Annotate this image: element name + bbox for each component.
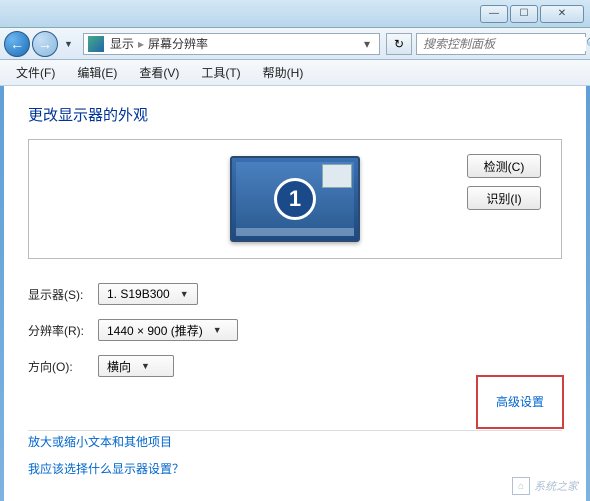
close-button[interactable]: ✕ [540, 5, 584, 23]
display-dropdown[interactable]: 1. S19B300 ▼ [98, 283, 198, 305]
breadcrumb[interactable]: 显示 ▸ 屏幕分辨率 ▾ [83, 33, 380, 55]
menu-help[interactable]: 帮助(H) [255, 61, 312, 84]
monitor-taskbar-icon [236, 228, 354, 236]
display-row: 显示器(S): 1. S19B300 ▼ [28, 283, 562, 305]
display-preview: 1 检测(C) 识别(I) [28, 139, 562, 259]
orientation-dropdown[interactable]: 横向 ▼ [98, 355, 174, 377]
maximize-button[interactable]: ☐ [510, 5, 538, 23]
settings-form: 显示器(S): 1. S19B300 ▼ 分辨率(R): 1440 × 900 … [28, 283, 562, 377]
control-panel-icon [88, 36, 104, 52]
monitor-window-icon [322, 164, 352, 188]
chevron-down-icon: ▼ [213, 325, 222, 335]
menu-edit[interactable]: 编辑(E) [69, 61, 125, 84]
orientation-row: 方向(O): 横向 ▼ [28, 355, 562, 377]
resolution-dropdown[interactable]: 1440 × 900 (推荐) ▼ [98, 319, 238, 341]
forward-button[interactable]: → [32, 31, 58, 57]
divider [28, 430, 562, 431]
orientation-label: 方向(O): [28, 358, 98, 375]
display-label: 显示器(S): [28, 286, 98, 303]
content-area: 更改显示器的外观 1 检测(C) 识别(I) 显示器(S): 1. S19B30… [4, 86, 586, 501]
resolution-row: 分辨率(R): 1440 × 900 (推荐) ▼ [28, 319, 562, 341]
chevron-down-icon[interactable]: ▼ [64, 39, 73, 49]
breadcrumb-separator-icon: ▸ [138, 37, 144, 51]
display-value: 1. S19B300 [107, 287, 170, 301]
menu-file[interactable]: 文件(F) [8, 61, 63, 84]
bottom-links: 放大或缩小文本和其他项目 我应该选择什么显示器设置？ [28, 433, 184, 477]
watermark-text: 系统之家 [534, 478, 578, 494]
advanced-settings-link[interactable]: 高级设置 [496, 395, 544, 409]
watermark: ⌂ 系统之家 [512, 477, 578, 495]
breadcrumb-dropdown-icon[interactable]: ▾ [359, 37, 375, 51]
identify-button[interactable]: 识别(I) [467, 186, 541, 210]
watermark-icon: ⌂ [512, 477, 530, 495]
monitor-thumbnail[interactable]: 1 [230, 156, 360, 242]
search-icon[interactable]: 🔍 [586, 37, 590, 51]
navigation-bar: ← → ▼ 显示 ▸ 屏幕分辨率 ▾ ↻ 🔍 [0, 28, 590, 60]
monitor-number-badge: 1 [274, 178, 316, 220]
breadcrumb-root[interactable]: 显示 [110, 35, 134, 52]
chevron-down-icon: ▼ [141, 361, 150, 371]
search-box: 🔍 [416, 33, 586, 55]
menu-view[interactable]: 查看(V) [131, 61, 187, 84]
text-size-link[interactable]: 放大或缩小文本和其他项目 [28, 433, 184, 450]
refresh-button[interactable]: ↻ [386, 33, 412, 55]
breadcrumb-current[interactable]: 屏幕分辨率 [148, 35, 208, 52]
back-button[interactable]: ← [4, 31, 30, 57]
orientation-value: 横向 [107, 358, 131, 375]
detect-button[interactable]: 检测(C) [467, 154, 541, 178]
window-titlebar: — ☐ ✕ [0, 0, 590, 28]
which-display-link[interactable]: 我应该选择什么显示器设置？ [28, 460, 184, 477]
menu-bar: 文件(F) 编辑(E) 查看(V) 工具(T) 帮助(H) [0, 60, 590, 86]
minimize-button[interactable]: — [480, 5, 508, 23]
advanced-settings-highlight: 高级设置 [476, 375, 564, 429]
resolution-label: 分辨率(R): [28, 322, 98, 339]
chevron-down-icon: ▼ [180, 289, 189, 299]
search-input[interactable] [417, 37, 586, 51]
menu-tools[interactable]: 工具(T) [193, 61, 248, 84]
resolution-value: 1440 × 900 (推荐) [107, 322, 203, 339]
page-title: 更改显示器的外观 [28, 104, 562, 125]
